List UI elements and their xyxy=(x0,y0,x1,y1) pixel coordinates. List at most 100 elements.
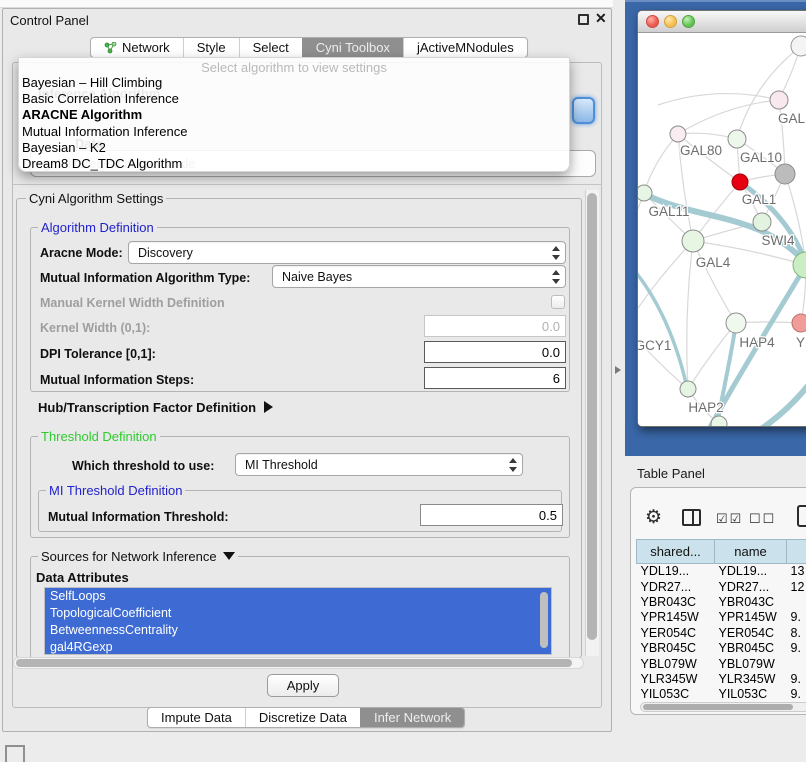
table-cell[interactable]: YDR27... xyxy=(637,579,715,594)
network-canvas[interactable]: GALGAL80GAL10GAL1GAL11SWI4GAL4HAP4YGCY1H… xyxy=(638,33,806,427)
hub-definition-toggle[interactable]: Hub/Transcription Factor Definition xyxy=(38,400,273,415)
table-cell[interactable]: YIL053C xyxy=(637,687,715,702)
document-icon[interactable] xyxy=(797,505,806,527)
select-all-icon[interactable]: ☑☑ xyxy=(716,511,743,527)
dpi-tolerance-input[interactable] xyxy=(424,341,566,363)
kernel-width-input[interactable] xyxy=(424,315,566,337)
which-threshold-combo[interactable]: MI Threshold xyxy=(235,453,523,476)
table-column-header[interactable]: name xyxy=(715,540,787,564)
table-row[interactable]: YBR043CYBR043C xyxy=(637,594,806,609)
network-node-gal80[interactable] xyxy=(670,126,686,142)
focused-spinner-button[interactable] xyxy=(572,97,595,124)
apply-button[interactable]: Apply xyxy=(267,674,339,697)
mi-steps-input[interactable] xyxy=(424,367,566,389)
table-cell[interactable]: YDL19... xyxy=(637,564,715,579)
table-cell[interactable]: YIL053C xyxy=(715,687,787,702)
network-window-titlebar[interactable] xyxy=(638,11,806,33)
columns-icon[interactable] xyxy=(682,509,701,526)
table-cell[interactable]: 12 xyxy=(787,579,806,594)
algorithm-option[interactable]: Dream8 DC_TDC Algorithm xyxy=(19,156,569,172)
table-cell[interactable]: 9. xyxy=(787,640,806,655)
network-node-hap2[interactable] xyxy=(680,381,696,397)
network-node-gal11[interactable] xyxy=(638,185,652,201)
table-cell[interactable]: YDR27... xyxy=(715,579,787,594)
corner-widget[interactable] xyxy=(5,745,25,762)
network-edge[interactable] xyxy=(678,100,779,134)
network-node[interactable] xyxy=(775,164,795,184)
network-node-hap4[interactable] xyxy=(726,313,746,333)
table-row[interactable]: YDL19...YDL19...13 xyxy=(637,564,806,579)
data-attribute-item[interactable]: BetweennessCentrality xyxy=(45,622,551,639)
network-edge[interactable] xyxy=(644,134,678,193)
table-row[interactable]: YBL079WYBL079W xyxy=(637,656,806,671)
network-node-gal4[interactable] xyxy=(682,230,704,252)
data-attribute-item[interactable]: SelfLoops xyxy=(45,588,551,605)
data-attribute-item[interactable]: TopologicalCoefficient xyxy=(45,605,551,622)
network-node-gal10[interactable] xyxy=(728,130,746,148)
table-cell[interactable]: YLR345W xyxy=(715,671,787,686)
float-panel-icon[interactable] xyxy=(578,14,589,25)
table-cell[interactable]: YDL19... xyxy=(715,564,787,579)
table-cell[interactable]: 13 xyxy=(787,564,806,579)
network-node[interactable] xyxy=(791,36,806,56)
table-cell[interactable] xyxy=(787,594,806,609)
network-edge[interactable] xyxy=(658,94,779,105)
table-cell[interactable]: YBR043C xyxy=(637,594,715,609)
minimize-icon[interactable] xyxy=(664,15,677,28)
aracne-mode-combo[interactable]: Discovery xyxy=(128,241,566,264)
table-row[interactable]: YDR27...YDR27...12 xyxy=(637,579,806,594)
table-cell[interactable]: YBR045C xyxy=(715,640,787,655)
table-row[interactable]: YPR145WYPR145W9. xyxy=(637,610,806,625)
table-cell[interactable]: YBR043C xyxy=(715,594,787,609)
tab-select[interactable]: Select xyxy=(239,38,302,57)
table-cell[interactable]: YBL079W xyxy=(715,656,787,671)
zoom-icon[interactable] xyxy=(682,15,695,28)
list-scrollbar-thumb[interactable] xyxy=(540,592,548,648)
table-cell[interactable]: YER054C xyxy=(637,625,715,640)
gear-icon[interactable]: ⚙ xyxy=(645,508,662,528)
data-attribute-item[interactable]: gal4RGexp xyxy=(45,639,551,655)
table-cell[interactable]: YPR145W xyxy=(715,610,787,625)
algorithm-option[interactable]: ARACNE Algorithm xyxy=(19,107,569,123)
tab-cyni-toolbox[interactable]: Cyni Toolbox xyxy=(302,38,403,57)
table-cell[interactable]: YBR045C xyxy=(637,640,715,655)
tab-network[interactable]: Network xyxy=(91,38,183,57)
network-edge[interactable] xyxy=(693,241,736,323)
table-row[interactable]: YLR345WYLR345W9. xyxy=(637,671,806,686)
network-node-swi4[interactable] xyxy=(753,213,771,231)
algorithm-option[interactable]: Mutual Information Inference xyxy=(19,124,569,140)
table-column-header[interactable]: shared... xyxy=(637,540,715,564)
table-cell[interactable]: 9. xyxy=(787,687,806,702)
table-cell[interactable]: YLR345W xyxy=(637,671,715,686)
sources-group-label[interactable]: Sources for Network Inference xyxy=(38,549,238,564)
table-column-header[interactable]: A xyxy=(787,540,806,564)
network-edge[interactable] xyxy=(687,241,693,389)
close-icon[interactable] xyxy=(646,15,659,28)
algorithm-option[interactable]: Basic Correlation Inference xyxy=(19,91,569,107)
network-node[interactable] xyxy=(711,416,727,427)
mi-threshold-input[interactable] xyxy=(420,504,563,526)
table-cell[interactable] xyxy=(787,656,806,671)
table-row[interactable]: YIL053CYIL053C9. xyxy=(637,687,806,702)
table-cell[interactable]: 8. xyxy=(787,625,806,640)
tab-impute-data[interactable]: Impute Data xyxy=(148,708,245,727)
table-cell[interactable]: YBL079W xyxy=(637,656,715,671)
close-icon[interactable]: ✕ xyxy=(595,10,607,27)
mi-type-combo[interactable]: Naive Bayes xyxy=(272,265,566,288)
table-cell[interactable]: YPR145W xyxy=(637,610,715,625)
network-node-y[interactable] xyxy=(792,314,806,332)
table-cell[interactable]: 9. xyxy=(787,610,806,625)
table-cell[interactable]: 9. xyxy=(787,671,806,686)
splitter-arrow-icon[interactable] xyxy=(615,366,621,374)
algorithm-option[interactable]: Bayesian – K2 xyxy=(19,140,569,156)
deselect-all-icon[interactable]: ☐☐ xyxy=(749,511,776,527)
settings-vscrollbar-thumb[interactable] xyxy=(587,193,597,640)
tab-infer-network[interactable]: Infer Network xyxy=(360,708,464,727)
algorithm-option[interactable]: Bayesian – Hill Climbing xyxy=(19,75,569,91)
tab-jactivemnodules[interactable]: jActiveMNodules xyxy=(403,38,527,57)
manual-kernel-checkbox[interactable] xyxy=(551,295,565,309)
table-hscrollbar-thumb[interactable] xyxy=(643,704,793,710)
table-row[interactable]: YER054CYER054C8. xyxy=(637,625,806,640)
network-node-gal[interactable] xyxy=(770,91,788,109)
table-row[interactable]: YBR045CYBR045C9. xyxy=(637,640,806,655)
